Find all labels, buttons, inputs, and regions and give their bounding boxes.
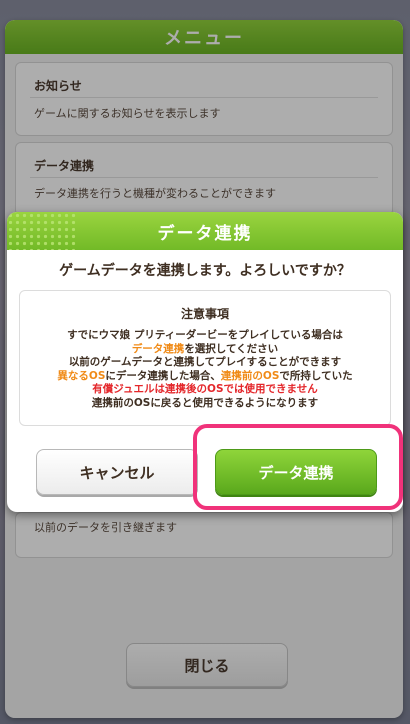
notice-line-4-d: で所持していた [279,369,353,382]
notice-line-3: 以前のゲームデータと連携してプレイすることができます [68,356,342,368]
dialog-header: データ連携 [7,212,403,250]
notice-line-4-b: にデータ連携した場合、 [105,369,221,382]
notice-box: 注意事項 すでにウマ娘 プリティーダービーをプレイしている場合は データ連携を選… [19,290,391,426]
header-pattern [7,212,77,250]
dialog-question: ゲームデータを連携します。よろしいですか？ [59,263,351,279]
notice-emphasis-data-link: データ連携 [131,342,185,355]
notice-line-6: 連携前のOSに戻ると使用できるようになります [91,396,319,409]
notice-line-4: 異なるOSにデータ連携した場合、連携前のOSで所持していた [20,370,390,384]
notice-text: すでにウマ娘 プリティーダービーをプレイしている場合は データ連携を選択してくだ… [20,329,390,410]
highlight-frame [193,424,403,510]
notice-line-2: データ連携を選択してください [20,343,390,357]
notice-line-5-warning: 有償ジュエルは連携後のOSでは使用できません [92,383,318,395]
cancel-button[interactable]: キャンセル [36,449,198,495]
notice-line-2-rest: を選択してください [184,342,279,355]
notice-emphasis-different-os: 異なるOS [57,369,106,382]
dialog-title: データ連携 [157,223,253,244]
notice-title: 注意事項 [180,307,229,321]
notice-line-1: すでにウマ娘 プリティーダービーをプレイしている場合は [67,329,343,341]
notice-emphasis-previous-os: 連携前のOS [220,369,280,382]
